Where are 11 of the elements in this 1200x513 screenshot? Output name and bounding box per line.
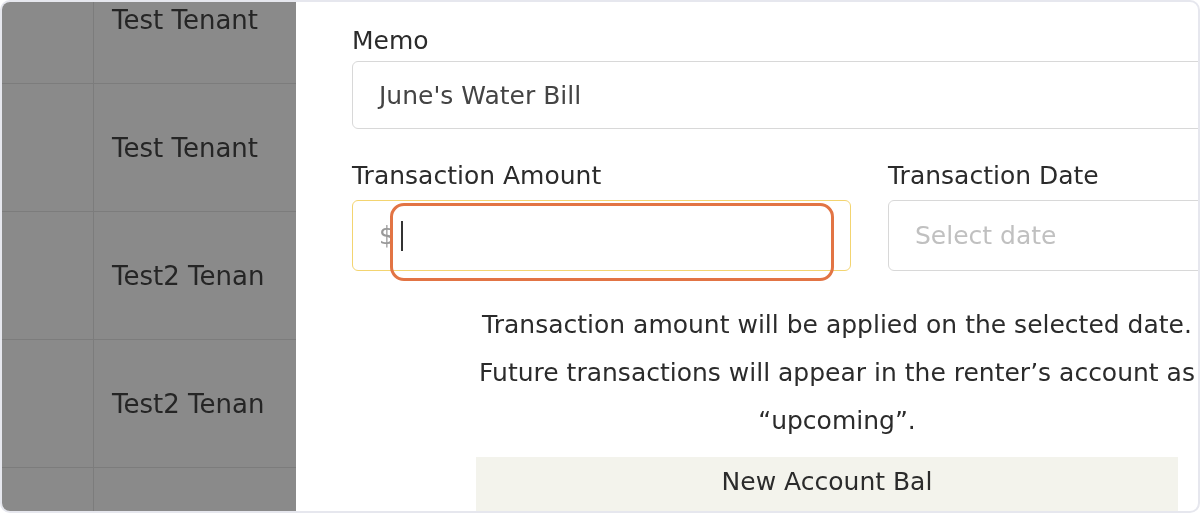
tenant-name: Test2 Tenan (112, 260, 265, 291)
help-text: Transaction amount will be applied on the selected date. Future transactions will appear in the renter’s account as “upcoming”. (478, 309, 1196, 437)
tenant-name: Test Tenant (112, 4, 258, 35)
memo-label: Memo (352, 26, 430, 55)
amount-label: Transaction Amount (352, 161, 603, 190)
tenant-name: Test2 Tenan (112, 388, 265, 419)
tenant-name: Test Tenant (112, 132, 258, 163)
date-field[interactable]: Select date (888, 200, 1198, 271)
memo-field[interactable]: June's Water Bill (352, 61, 1198, 129)
date-label: Transaction Date (888, 161, 1100, 190)
balance-box: New Account Bal (476, 457, 1178, 511)
